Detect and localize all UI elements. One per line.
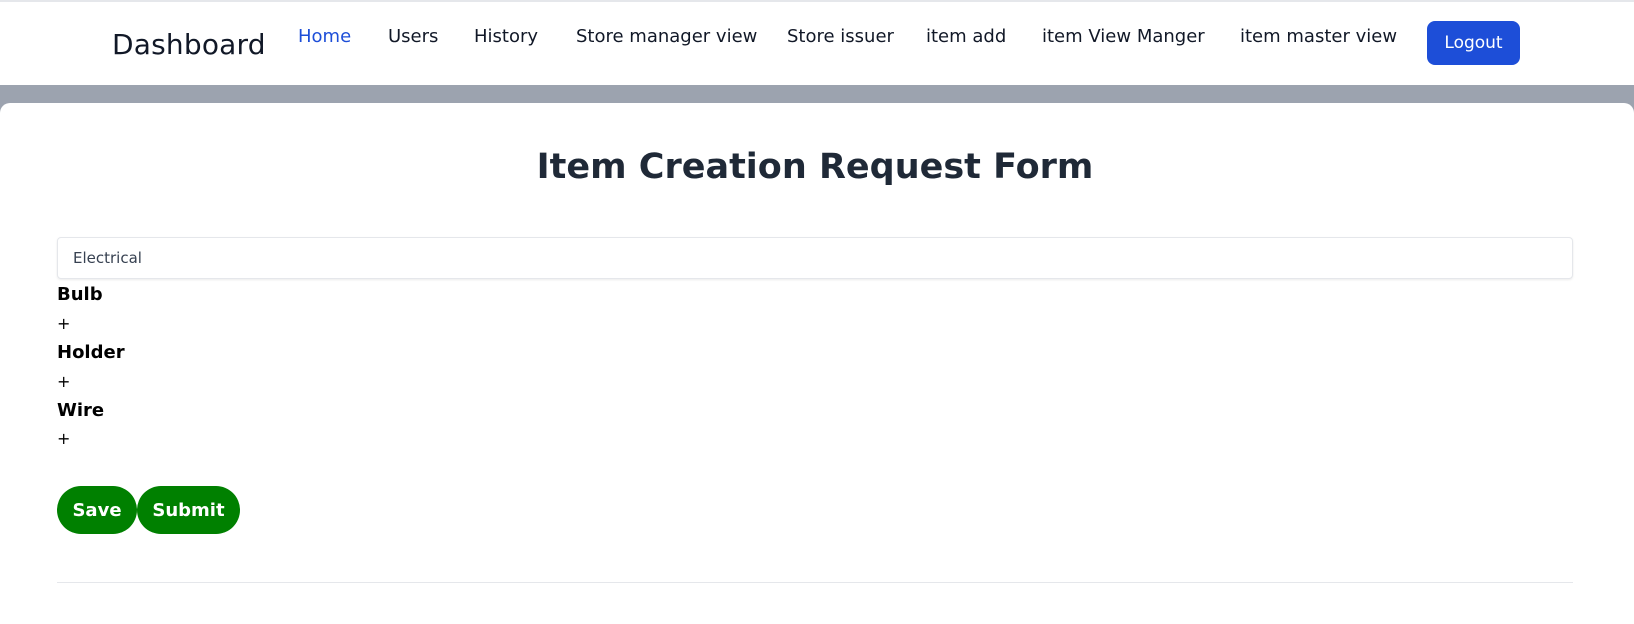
nav-item-view-manger[interactable]: item View Manger — [1042, 26, 1205, 47]
nav-item-add[interactable]: item add — [926, 26, 1006, 47]
add-bulb-button[interactable]: + — [57, 313, 71, 333]
save-button[interactable]: Save — [57, 486, 137, 534]
nav-store-issuer[interactable]: Store issuer — [787, 26, 894, 47]
nav-users[interactable]: Users — [388, 26, 438, 47]
add-holder-button[interactable]: + — [57, 371, 71, 391]
nav-history[interactable]: History — [474, 26, 538, 47]
item-label-holder: Holder — [57, 342, 125, 363]
item-label-bulb: Bulb — [57, 284, 103, 305]
nav-store-manager-view[interactable]: Store manager view — [576, 26, 757, 47]
submit-button[interactable]: Submit — [137, 486, 240, 534]
navbar: Dashboard Home Users History Store manag… — [0, 2, 1634, 85]
brand-title: Dashboard — [112, 28, 266, 61]
logout-button[interactable]: Logout — [1427, 21, 1520, 65]
add-wire-button[interactable]: + — [57, 428, 71, 448]
item-label-wire: Wire — [57, 400, 105, 421]
category-input[interactable] — [57, 237, 1573, 279]
form-divider — [57, 582, 1573, 583]
nav-item-master-view[interactable]: item master view — [1240, 26, 1397, 47]
page-title: Item Creation Request Form — [536, 147, 1094, 187]
form-card: Item Creation Request Form Bulb + Holder… — [0, 103, 1634, 624]
nav-home[interactable]: Home — [298, 26, 351, 47]
